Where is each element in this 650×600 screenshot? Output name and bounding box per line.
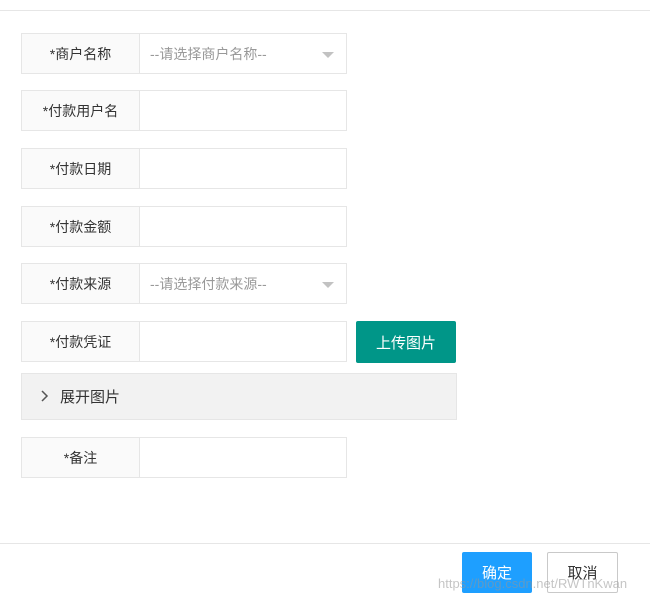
amount-input[interactable] — [150, 207, 346, 246]
username-label: *付款用户名 — [21, 90, 140, 131]
dropdown-caret-icon — [322, 52, 334, 58]
remark-row: *备注 — [21, 437, 347, 478]
watermark: https://blog.csdn.net/RWTnKwan — [438, 576, 628, 591]
source-select-placeholder: --请选择付款来源-- — [150, 275, 267, 292]
merchant-select[interactable]: --请选择商户名称-- — [140, 33, 347, 74]
voucher-input[interactable] — [150, 322, 346, 361]
voucher-field-wrapper — [140, 321, 347, 362]
dropdown-caret-icon — [322, 282, 334, 288]
source-label: *付款来源 — [21, 263, 140, 304]
date-row: *付款日期 — [21, 148, 347, 189]
remark-field-wrapper — [140, 437, 347, 478]
footer-divider — [0, 543, 650, 544]
username-row: *付款用户名 — [21, 90, 347, 131]
expand-images-panel[interactable]: 展开图片 — [21, 373, 457, 420]
merchant-label: *商户名称 — [21, 33, 140, 74]
date-label: *付款日期 — [21, 148, 140, 189]
remark-input[interactable] — [150, 438, 346, 477]
source-row: *付款来源 --请选择付款来源-- — [21, 263, 347, 304]
amount-field-wrapper — [140, 206, 347, 247]
merchant-select-placeholder: --请选择商户名称-- — [150, 45, 267, 62]
date-input[interactable] — [150, 149, 346, 188]
expand-images-label: 展开图片 — [60, 389, 121, 406]
voucher-label: *付款凭证 — [21, 321, 140, 362]
merchant-row: *商户名称 --请选择商户名称-- — [21, 33, 347, 74]
voucher-row: *付款凭证 — [21, 321, 347, 362]
remark-label: *备注 — [21, 437, 140, 478]
top-divider — [0, 10, 650, 11]
amount-label: *付款金额 — [21, 206, 140, 247]
username-field-wrapper — [140, 90, 347, 131]
amount-row: *付款金额 — [21, 206, 347, 247]
source-select[interactable]: --请选择付款来源-- — [140, 263, 347, 304]
username-input[interactable] — [150, 91, 346, 130]
upload-image-button[interactable]: 上传图片 — [356, 321, 456, 363]
chevron-right-icon — [40, 389, 50, 405]
date-field-wrapper — [140, 148, 347, 189]
